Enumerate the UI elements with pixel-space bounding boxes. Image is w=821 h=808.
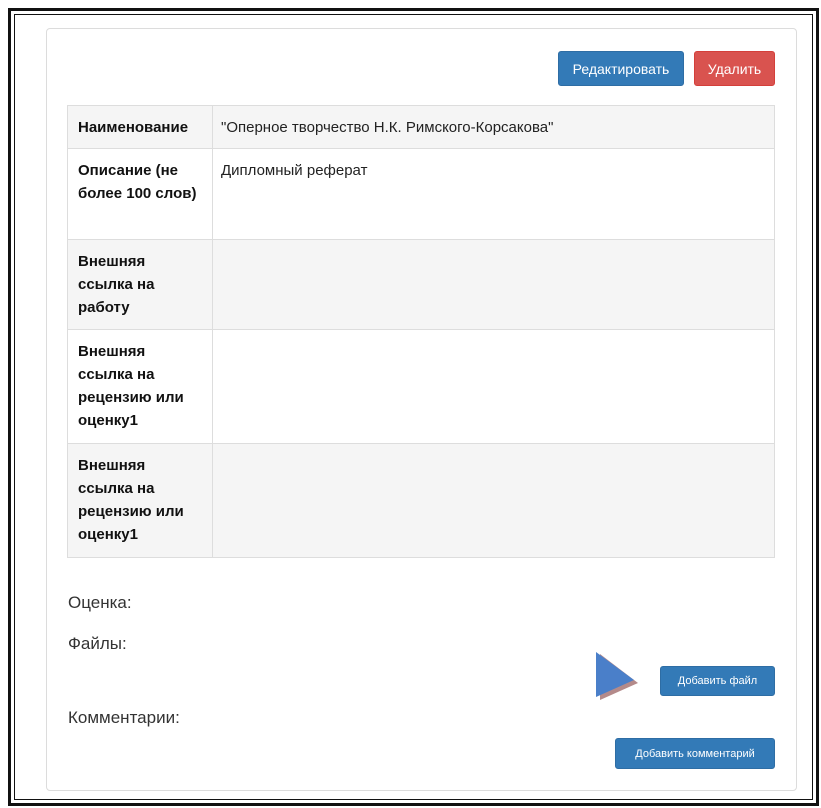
add-file-button[interactable]: Добавить файл	[660, 666, 775, 696]
row-label: Внешняя ссылка на рецензию или оценку1	[67, 329, 213, 444]
row-label: Внешняя ссылка на работу	[67, 239, 213, 330]
add-comment-button[interactable]: Добавить комментарий	[615, 738, 775, 769]
arrow-pointer-icon	[596, 652, 638, 700]
delete-button[interactable]: Удалить	[694, 51, 775, 86]
table-row: Внешняя ссылка на работу	[67, 239, 775, 330]
row-value[interactable]	[212, 443, 775, 558]
table-row: Внешняя ссылка на рецензию или оценку1	[67, 443, 775, 558]
row-label: Внешняя ссылка на рецензию или оценку1	[67, 443, 213, 558]
row-value[interactable]	[212, 329, 775, 444]
grade-label: Оценка:	[68, 593, 132, 612]
row-label: Наименование	[67, 105, 213, 149]
edit-button[interactable]: Редактировать	[558, 51, 684, 86]
details-table: Наименование "Оперное творчество Н.К. Ри…	[67, 105, 775, 558]
row-value: Дипломный реферат	[212, 148, 775, 240]
row-value: "Оперное творчество Н.К. Римского-Корсак…	[212, 105, 775, 149]
comments-label: Комментарии:	[68, 708, 180, 727]
files-label: Файлы:	[68, 634, 127, 653]
row-label: Описание (не более 100 слов)	[67, 148, 213, 240]
table-row: Описание (не более 100 слов) Дипломный р…	[67, 148, 775, 240]
table-row: Внешняя ссылка на рецензию или оценку1	[67, 329, 775, 444]
row-value[interactable]	[212, 239, 775, 330]
table-row: Наименование "Оперное творчество Н.К. Ри…	[67, 105, 775, 149]
